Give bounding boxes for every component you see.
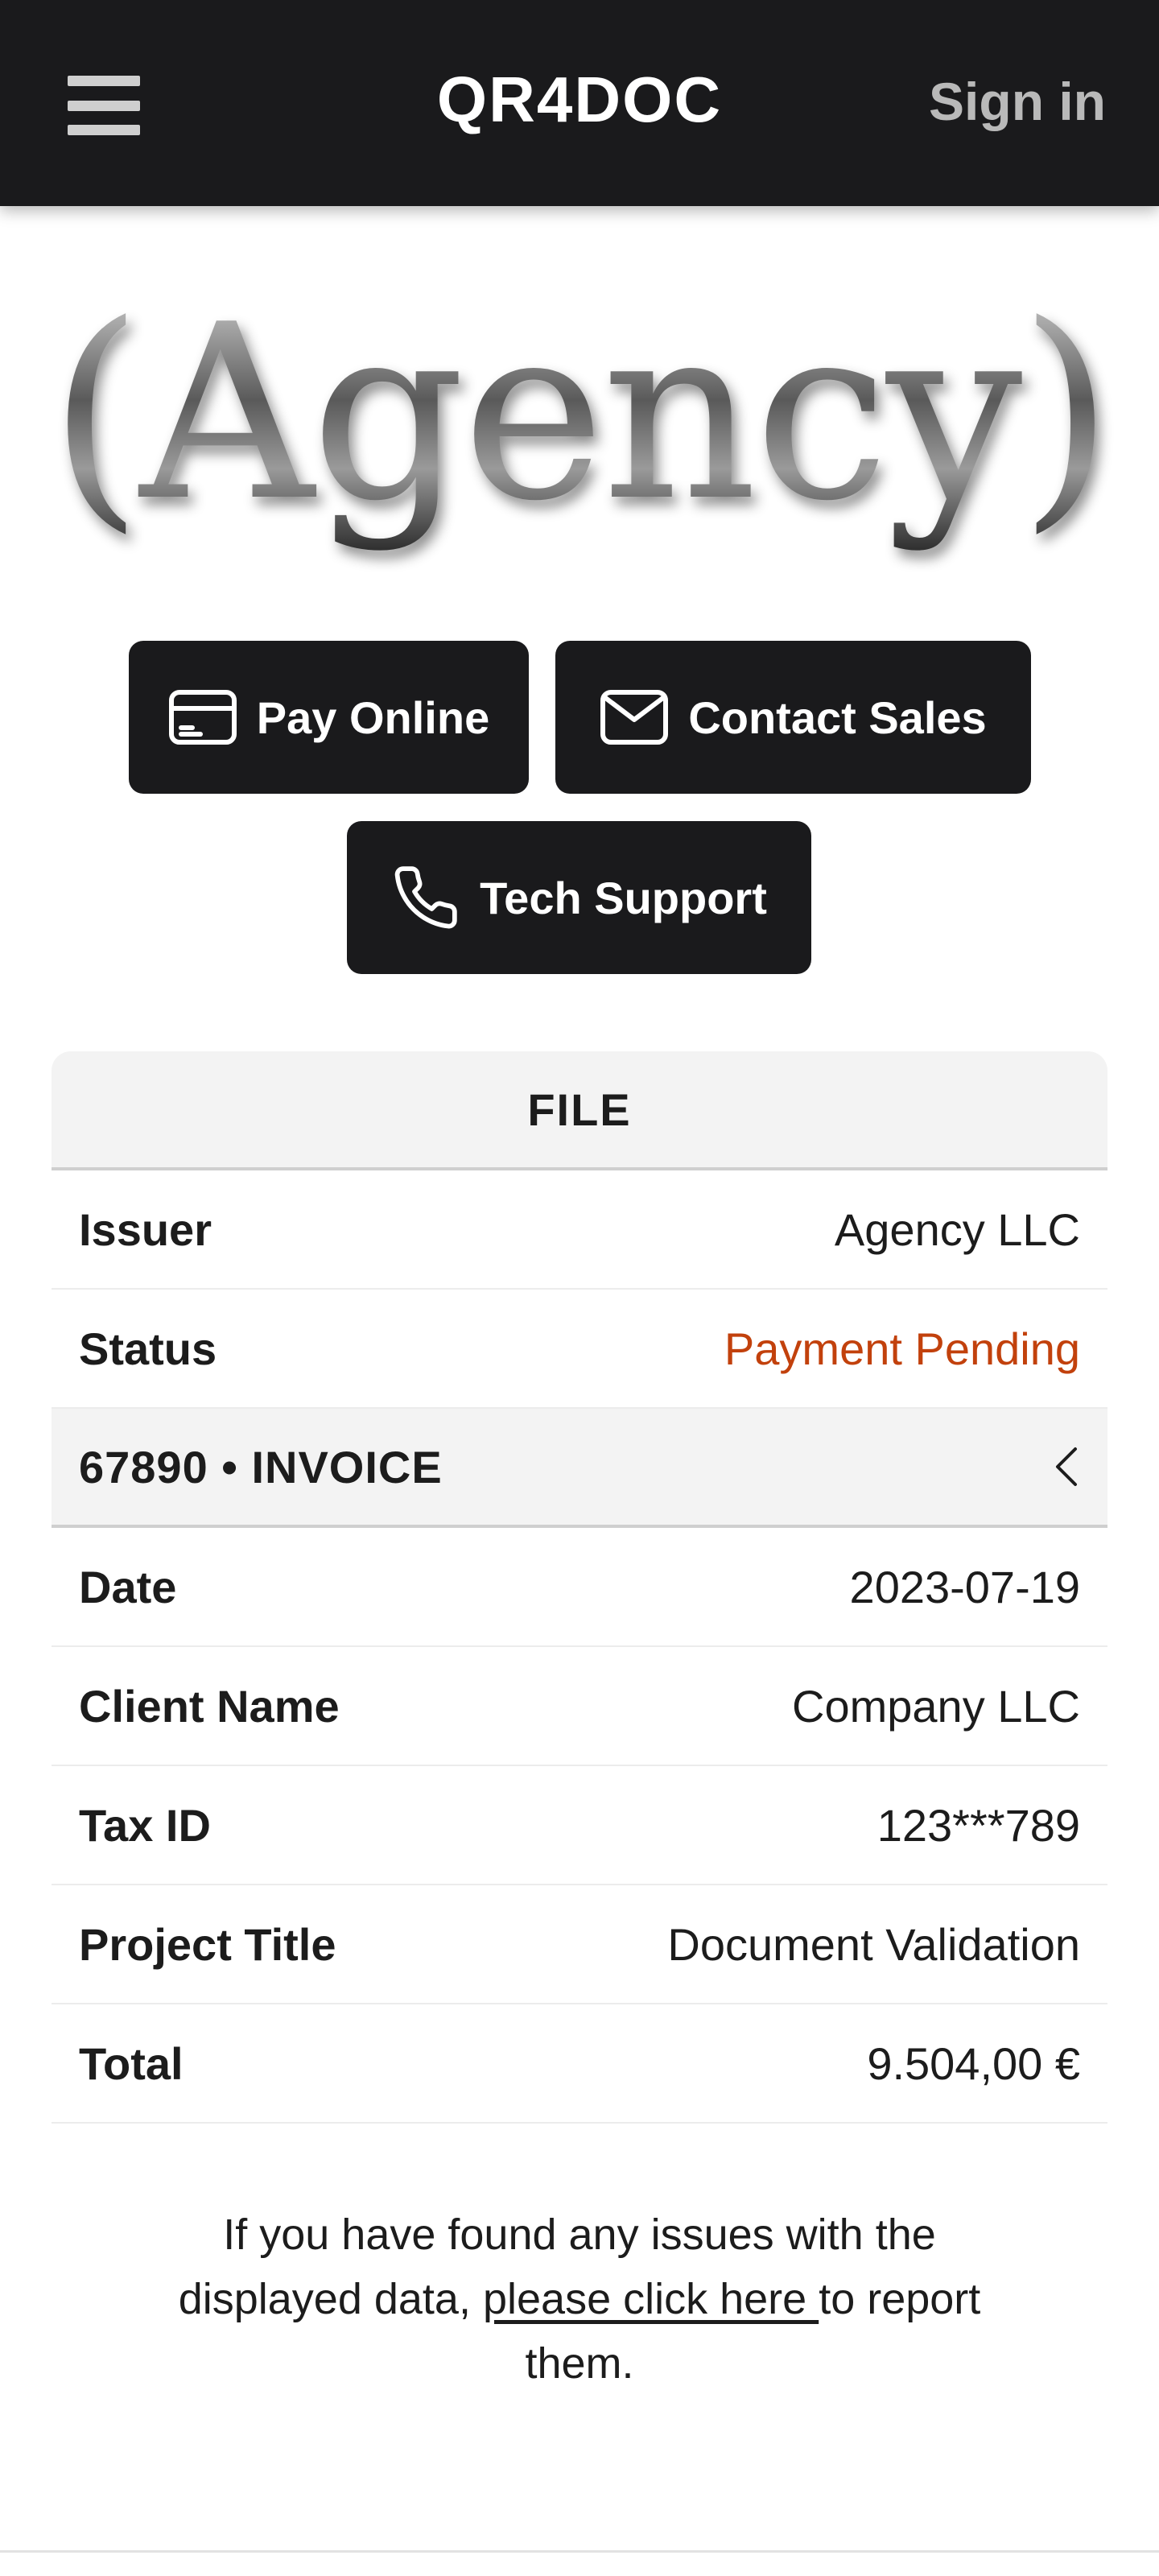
page: QR4DOC Sign in (Agency) Pay Online Conta… bbox=[0, 0, 1159, 2576]
table-row-issuer: Issuer Agency LLC bbox=[52, 1170, 1107, 1290]
row-label: Project Title bbox=[79, 1918, 336, 1970]
tech-support-button[interactable]: Tech Support bbox=[347, 821, 811, 974]
row-label: Total bbox=[79, 2037, 184, 2089]
row-value: 123***789 bbox=[876, 1799, 1080, 1851]
contact-sales-label: Contact Sales bbox=[688, 691, 987, 743]
row-label: Client Name bbox=[79, 1680, 340, 1732]
row-value: 9.504,00 € bbox=[867, 2037, 1080, 2089]
row-label: Date bbox=[79, 1561, 177, 1612]
pay-online-label: Pay Online bbox=[256, 691, 490, 743]
hamburger-menu-icon[interactable] bbox=[68, 76, 140, 135]
row-label: Issuer bbox=[79, 1203, 212, 1255]
row-value: Company LLC bbox=[792, 1680, 1080, 1732]
table-row-total: Total 9.504,00 € bbox=[52, 2004, 1107, 2124]
page-divider bbox=[0, 2550, 1159, 2553]
table-row-date: Date 2023-07-19 bbox=[52, 1528, 1107, 1647]
table-row-client-name: Client Name Company LLC bbox=[52, 1647, 1107, 1766]
row-value: 2023-07-19 bbox=[849, 1561, 1080, 1612]
report-issue-link[interactable]: please click here bbox=[483, 2275, 819, 2323]
row-value: Agency LLC bbox=[834, 1203, 1080, 1255]
chevron-left-icon bbox=[1056, 1447, 1077, 1486]
invoice-section-title: 67890 • INVOICE bbox=[79, 1441, 443, 1492]
document-details-table: FILE Issuer Agency LLC Status Payment Pe… bbox=[52, 1051, 1107, 2124]
agency-logo: (Agency) bbox=[0, 277, 1159, 551]
mail-icon bbox=[600, 690, 669, 745]
pay-online-button[interactable]: Pay Online bbox=[129, 641, 529, 794]
status-badge: Payment Pending bbox=[724, 1323, 1080, 1374]
report-issue-note: If you have found any issues with the di… bbox=[129, 2202, 1030, 2396]
row-label: Tax ID bbox=[79, 1799, 211, 1851]
row-label: Status bbox=[79, 1323, 217, 1374]
contact-sales-button[interactable]: Contact Sales bbox=[555, 641, 1031, 794]
sign-in-link[interactable]: Sign in bbox=[929, 71, 1106, 132]
phone-icon bbox=[394, 866, 457, 929]
tech-support-label: Tech Support bbox=[480, 872, 767, 923]
table-row-status: Status Payment Pending bbox=[52, 1290, 1107, 1409]
invoice-section-toggle[interactable]: 67890 • INVOICE bbox=[52, 1409, 1107, 1528]
table-row-project-title: Project Title Document Validation bbox=[52, 1885, 1107, 2004]
file-section-header: FILE bbox=[52, 1051, 1107, 1170]
row-value: Document Validation bbox=[667, 1918, 1080, 1970]
table-row-tax-id: Tax ID 123***789 bbox=[52, 1766, 1107, 1885]
credit-card-icon bbox=[168, 690, 237, 745]
top-bar: QR4DOC Sign in bbox=[0, 0, 1159, 206]
